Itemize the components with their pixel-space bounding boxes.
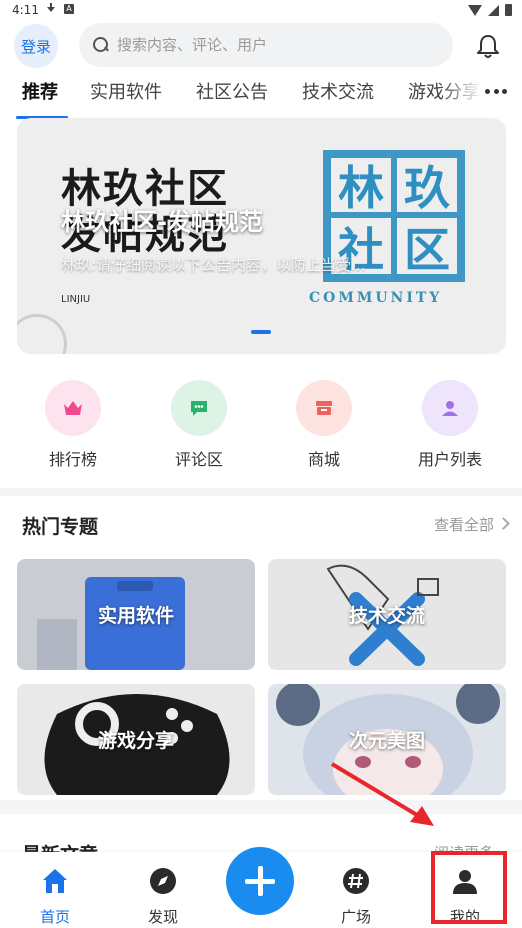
- nav-square[interactable]: 广场: [321, 852, 391, 927]
- annotation-arrow: [330, 762, 434, 826]
- tab-tech[interactable]: 技术交流: [302, 78, 374, 104]
- more-icon[interactable]: [485, 89, 507, 95]
- tab-software[interactable]: 实用软件: [90, 78, 162, 104]
- category-tabs: 推荐 实用软件 社区公告 技术交流 游戏分享: [0, 70, 522, 120]
- chevron-right-icon: [497, 517, 510, 530]
- comment-icon: [191, 401, 207, 416]
- quick-action-users[interactable]: 用户列表: [410, 380, 490, 470]
- quick-action-shop[interactable]: 商城: [284, 380, 364, 470]
- hot-topics-view-all[interactable]: 查看全部: [434, 514, 494, 535]
- a-badge-icon: A: [64, 4, 74, 14]
- app-screen: 4:11 A 登录 推荐 实用软件 社区公告 技术交流 游戏分享: [0, 0, 522, 928]
- top-bar: 登录: [0, 22, 522, 68]
- signal-icon: [488, 4, 499, 16]
- status-bar: 4:11 A: [0, 0, 522, 22]
- topic-card-software[interactable]: 实用软件: [17, 559, 255, 670]
- create-post-button[interactable]: [226, 847, 294, 915]
- wifi-icon: [468, 4, 482, 16]
- login-button[interactable]: 登录: [14, 24, 58, 68]
- shop-icon: [316, 401, 332, 415]
- download-icon: [46, 3, 56, 15]
- banner-art-small: LINJIU: [61, 294, 91, 305]
- hashtag-icon: [343, 868, 369, 894]
- search-input[interactable]: [117, 36, 417, 54]
- tab-recommend[interactable]: 推荐: [22, 78, 58, 104]
- bell-icon[interactable]: [474, 32, 502, 60]
- crown-icon: [64, 401, 82, 415]
- annotation-highlight-box: [431, 851, 507, 924]
- quick-action-comments[interactable]: 评论区: [159, 380, 239, 470]
- banner-subtitle: 林玖:请仔细阅读以下公告内容，以防上当受...: [61, 256, 366, 274]
- hot-topics-title: 热门专题: [22, 516, 99, 538]
- compass-icon: [150, 868, 176, 894]
- banner-title: 林玖社区-发帖规范: [61, 208, 263, 236]
- carousel-indicator: [251, 330, 271, 334]
- banner-community-text: COMMUNITY: [309, 290, 443, 306]
- svg-text:林: 林: [338, 161, 384, 215]
- nav-discover[interactable]: 发现: [128, 852, 198, 927]
- quick-actions: 排行榜 评论区 商城 用户列表: [0, 380, 522, 472]
- banner-carousel[interactable]: 林玖社区 发帖规范 LINJIU 林 玖 社 区 COMMUNITY 林玖社区-…: [17, 118, 506, 354]
- tab-announcement[interactable]: 社区公告: [196, 78, 268, 104]
- quick-action-ranking[interactable]: 排行榜: [33, 380, 113, 470]
- topic-card-games[interactable]: 游戏分享: [17, 684, 255, 795]
- svg-text:玖: 玖: [404, 161, 450, 215]
- search-bar[interactable]: [79, 23, 453, 67]
- nav-home[interactable]: 首页: [20, 852, 90, 927]
- topic-card-tech[interactable]: 技术交流: [268, 559, 506, 670]
- search-icon: [93, 37, 109, 53]
- user-icon: [442, 401, 458, 416]
- battery-icon: [505, 4, 512, 16]
- svg-text:区: 区: [404, 223, 450, 277]
- status-time: 4:11: [12, 3, 39, 17]
- home-icon: [43, 869, 67, 893]
